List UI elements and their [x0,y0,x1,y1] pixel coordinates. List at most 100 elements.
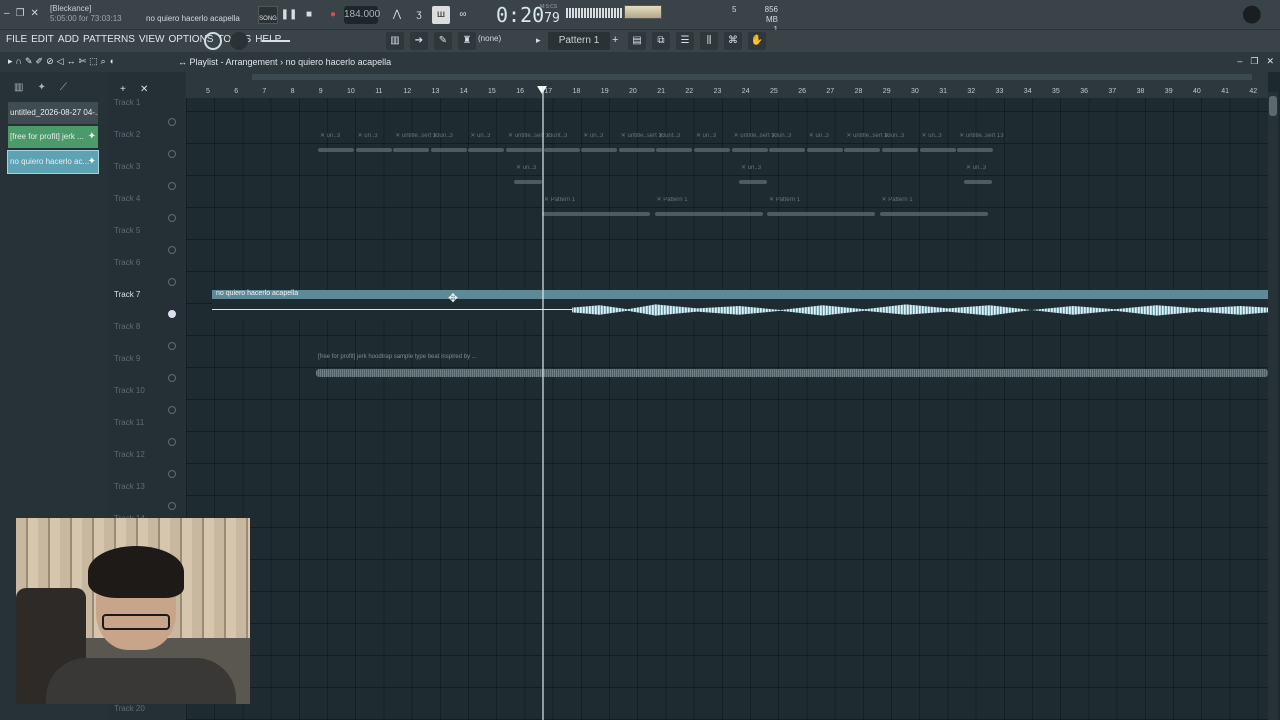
timeline-ruler[interactable]: 5 6 7 8 9 10 11 12 13 14 15 16 17 18 19 20 21 22 23 24 25 26 2… [186,72,1268,98]
playlist-clip[interactable]: ✕ un..3 [882,130,918,160]
picker-add-icon[interactable]: ✦ [88,126,96,148]
scale-selector[interactable]: (none) [478,34,501,43]
track-mute-icon[interactable] [168,374,176,382]
track-header-label[interactable]: Track 10 [114,386,145,395]
track-header-label[interactable]: Track 20 [114,704,145,713]
master-volume-icon[interactable] [624,5,662,19]
breadcrumb-root[interactable]: Playlist - Arrangement [190,57,278,67]
menu-edit[interactable]: EDIT [31,34,54,45]
restore-icon[interactable]: ❐ [16,8,25,19]
record-icon[interactable]: ● [324,6,342,24]
song-mode-toggle[interactable]: SONG [258,6,278,24]
playlist-clip[interactable]: ✕ untitle..sert 13 [618,130,665,160]
magnet-icon[interactable]: ∩ [16,56,22,67]
playlist-clip[interactable]: ✕ untitle..sert 13 [844,130,891,160]
playlist-clip[interactable]: ✕ Pattern 1 [879,194,988,224]
picker-pattern-icon[interactable]: ▥ [14,82,23,93]
plugin-icon[interactable]: ⌘ [724,32,742,50]
playlist-clip[interactable]: ✕ un..3 [430,130,467,160]
track-mute-icon[interactable] [168,182,176,190]
stop-icon[interactable]: ■ [300,6,318,24]
vocal-audio-clip[interactable]: no quiero hacerlo acapella [212,290,1268,320]
menu-add[interactable]: ADD [58,34,79,45]
playlist-clip[interactable]: ✕ Pattern 1 [542,194,650,224]
pattern-prev-icon[interactable]: ▸ [536,35,541,46]
zoom-icon[interactable]: ⌕ [101,56,106,67]
track-header-label[interactable]: Track 4 [114,194,140,203]
playlist-close-icon[interactable]: ✕ [1266,56,1274,67]
track-mute-icon[interactable] [168,406,176,414]
playlist-menu-icon[interactable]: ▸ [8,56,13,67]
track-header-label[interactable]: Track 1 [114,98,140,107]
track-header-label[interactable]: Track 13 [114,482,145,491]
playlist-clip[interactable]: ✕ un..3 [919,130,956,160]
breadcrumb-leaf[interactable]: no quiero hacerlo acapella [286,57,392,67]
draw-icon[interactable]: ✎ [25,56,33,67]
piano-icon[interactable]: ▥ [386,32,404,50]
menu-patterns[interactable]: PATTERNS [83,34,135,45]
playlist-clip[interactable]: ✕ un..3 [355,130,392,160]
browser-icon[interactable]: ☰ [676,32,694,50]
playlist-grid[interactable]: ✕ un..3 ✕ un..3 ✕ untitle..sert 13 ✕ un..3 ✕… [186,98,1268,720]
playlist-clip[interactable]: ✕ untitle..sert 13 [393,130,440,160]
beat-audio-clip[interactable]: [free for profit] jerk hoodtrap sample t… [316,352,1268,382]
swap-icon[interactable]: ↔ [178,57,190,67]
channel-rack-icon[interactable]: ⧉ [652,32,670,50]
track-mute-icon[interactable] [168,502,176,510]
picker-automation-icon[interactable]: ⟋ [60,82,67,93]
picker-item-beat[interactable]: [free for profit] jerk ... ✦ [8,126,98,148]
picker-item-untitled[interactable]: untitled_2026-08-27 04-... [8,102,98,124]
track-mute-icon[interactable] [168,150,176,158]
playlist-clip[interactable]: ✕ un..3 [806,130,843,160]
vertical-scrollbar[interactable] [1268,92,1278,720]
song-scroll-bar[interactable] [252,74,1252,80]
brush-icon[interactable]: ✎ [434,32,452,50]
stamp-icon[interactable]: ♜ [458,32,476,50]
master-pitch-slider[interactable] [262,40,290,42]
close-icon[interactable]: ✕ [31,8,39,19]
track-header-label[interactable]: Track 7 [114,290,140,299]
picker-audio-icon[interactable]: ✦ [37,82,45,93]
track-mute-icon[interactable] [168,278,176,286]
pattern-selector[interactable]: Pattern 1 [548,32,610,50]
playlist-clip[interactable]: ✕ untitle..sert 13 [731,130,778,160]
playback-icon[interactable]: ◖ [109,56,114,67]
track-header-label[interactable]: Track 6 [114,258,140,267]
pitch-knob-icon[interactable] [230,32,248,50]
vocal-clip-header[interactable] [212,290,1268,299]
track-header-label[interactable]: Track 8 [114,322,140,331]
track-mute-icon[interactable] [168,118,176,126]
arrow-icon[interactable]: ➔ [410,32,428,50]
slice-icon[interactable]: ✄ [79,56,87,67]
playlist-clip[interactable]: ✕ un..3 [739,162,767,192]
loop-record-icon[interactable]: ∞ [454,6,472,24]
playlist-clip[interactable]: ✕ un..3 [514,162,542,192]
track-mute-icon[interactable] [168,470,176,478]
menu-file[interactable]: FILE [6,34,27,45]
pause-icon[interactable]: ❚❚ [280,6,298,24]
playlist-clip[interactable]: ✕ unt..3 [543,130,580,160]
menu-view[interactable]: VIEW [139,34,165,45]
mixer-icon[interactable]: ⫼ [700,32,718,50]
playhead-line[interactable] [542,86,544,720]
playlist-clip[interactable]: ✕ un..3 [694,130,730,160]
playlist-clip[interactable]: ✕ Pattern 1 [654,194,763,224]
playlist-clip[interactable]: ✕ Pattern 1 [767,194,875,224]
playlist-clip[interactable]: ✕ unt..3 [656,130,693,160]
playlist-clip[interactable]: ✕ un..3 [468,130,505,160]
playlist-clip[interactable]: ✕ untitle..sert 13 [957,130,1004,160]
playlist-clip[interactable]: ✕ untitle..sert 13 [506,130,552,160]
track-mute-icon[interactable] [168,438,176,446]
track-mute-icon[interactable] [168,214,176,222]
delete-icon[interactable]: ⊘ [46,56,54,67]
track-header-label[interactable]: Track 12 [114,450,145,459]
snap-knob-icon[interactable] [204,32,222,50]
picker-add-icon[interactable]: ✦ [88,151,96,173]
tempo-display[interactable]: 184.000 [344,6,380,24]
remove-track-icon[interactable]: ✕ [140,84,148,95]
step-edit-icon[interactable]: ш [432,6,450,24]
track-header-label[interactable]: Track 5 [114,226,140,235]
mute-icon[interactable]: ◁ [57,56,64,67]
add-pattern-icon[interactable]: + [612,34,618,46]
track-header-label[interactable]: Track 2 [114,130,140,139]
